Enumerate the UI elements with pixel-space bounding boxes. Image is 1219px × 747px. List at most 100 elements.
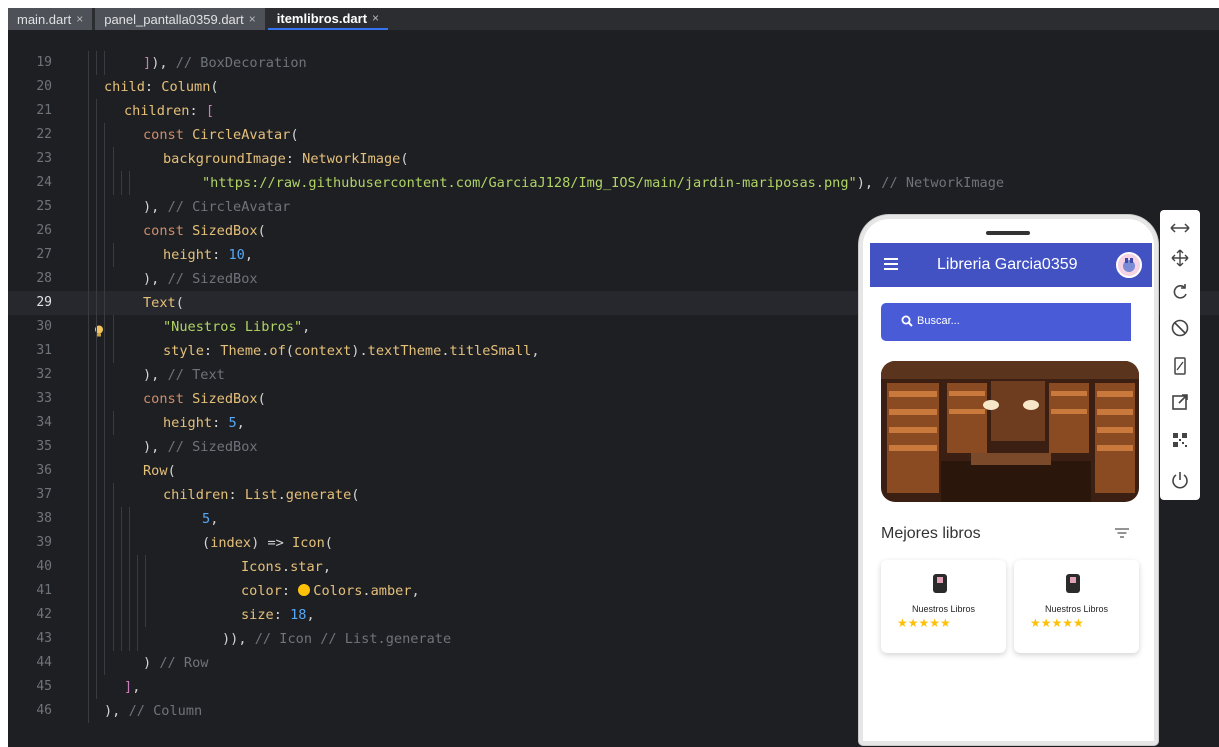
indent-guide <box>112 171 114 195</box>
indent-guide <box>120 507 122 531</box>
code-text: ), // SizedBox <box>143 439 258 455</box>
code-token: , <box>306 607 315 623</box>
code-line[interactable]: 23 backgroundImage: NetworkImage( <box>8 147 1219 171</box>
indent-guide <box>96 555 98 579</box>
code-text: child: Column( <box>104 79 219 95</box>
code-token: "https://raw.githubusercontent.com/Garci… <box>202 175 857 191</box>
code-line[interactable]: 21 children: [ <box>8 99 1219 123</box>
indent-guide <box>96 219 98 243</box>
indent-guide <box>88 603 89 627</box>
code-token: const <box>143 391 193 407</box>
code-text: )), // Icon // List.generate <box>222 631 451 647</box>
device-frame-icon[interactable] <box>1170 356 1190 376</box>
indent-guide <box>96 243 98 267</box>
line-number: 31 <box>36 343 52 358</box>
line-number: 36 <box>36 463 52 478</box>
code-token: ( <box>167 463 176 479</box>
code-text: ), // Text <box>143 367 225 383</box>
no-rotate-icon[interactable] <box>1170 318 1190 338</box>
indent-guide <box>112 483 114 507</box>
code-line[interactable]: 24 "https://raw.githubusercontent.com/Gar… <box>8 171 1219 195</box>
tab-itemlibros-dart[interactable]: itemlibros.dart × <box>267 8 389 30</box>
line-number: 28 <box>36 271 52 286</box>
code-token: SizedBox <box>192 391 258 407</box>
code-text: style: Theme.of(context).textTheme.title… <box>163 343 540 359</box>
indent-guide <box>104 531 106 555</box>
tab-main-dart[interactable]: main.dart × <box>8 8 93 30</box>
book-icon <box>933 574 947 593</box>
resize-arrows-icon[interactable] <box>1170 218 1190 238</box>
code-token: ( <box>257 391 266 407</box>
indent-guide <box>128 603 130 627</box>
code-token: , <box>322 559 332 575</box>
color-swatch-icon[interactable] <box>298 584 311 596</box>
code-token: , <box>531 343 540 359</box>
code-token: ( <box>290 127 299 143</box>
tab-panel-pantalla0359-dart[interactable]: panel_pantalla0359.dart × <box>95 8 265 30</box>
code-line[interactable]: 22 const CircleAvatar( <box>8 123 1219 147</box>
library-banner-image <box>881 361 1139 502</box>
indent-guide <box>104 411 106 435</box>
indent-guide <box>145 555 147 579</box>
indent-guide <box>96 579 98 603</box>
indent-guide <box>104 483 106 507</box>
power-icon[interactable] <box>1170 470 1190 490</box>
filter-icon[interactable] <box>1115 527 1129 539</box>
open-external-icon[interactable] <box>1170 392 1190 412</box>
code-token: ). <box>351 343 368 359</box>
section-title: Mejores libros <box>881 525 981 542</box>
code-line[interactable]: 20 child: Column( <box>8 75 1219 99</box>
indent-guide <box>128 579 130 603</box>
code-token: ( <box>210 79 219 95</box>
indent-guide <box>104 507 106 531</box>
line-number: 37 <box>36 487 52 502</box>
code-token: size <box>241 607 274 623</box>
indent-guide <box>88 507 89 531</box>
indent-guide <box>112 603 114 627</box>
indent-guide <box>112 243 114 267</box>
indent-guide <box>128 555 130 579</box>
code-token: // SizedBox <box>167 439 258 455</box>
rotate-icon[interactable] <box>1170 282 1190 302</box>
close-icon[interactable]: × <box>372 11 379 25</box>
indent-guide <box>104 459 106 483</box>
avatar[interactable] <box>1116 252 1142 278</box>
code-token: ( <box>400 151 409 167</box>
indent-guide <box>112 627 114 651</box>
indent-guide <box>88 99 89 123</box>
code-token: ( <box>175 295 184 311</box>
indent-guide <box>88 123 89 147</box>
code-token: color <box>241 583 282 599</box>
qr-code-icon[interactable] <box>1170 430 1190 450</box>
code-line[interactable]: 19]), // BoxDecoration <box>8 51 1219 75</box>
indent-guide <box>96 147 98 171</box>
code-text: ), // Column <box>104 703 202 719</box>
code-token: Theme <box>220 343 262 359</box>
code-token: [ <box>205 103 215 119</box>
indent-guide <box>112 555 114 579</box>
indent-guide <box>88 315 89 339</box>
move-icon[interactable] <box>1170 248 1190 268</box>
code-token: : <box>281 583 299 599</box>
indent-guide <box>88 243 89 267</box>
close-icon[interactable]: × <box>249 12 256 26</box>
book-card[interactable]: Nuestros Libros ★★★★★ <box>1014 560 1139 653</box>
menu-icon[interactable] <box>884 258 898 270</box>
code-token: ( <box>202 535 211 551</box>
indent-guide <box>104 123 106 147</box>
code-token: height <box>163 247 213 263</box>
code-text: color: Colors.amber, <box>241 583 420 599</box>
indent-guide <box>88 435 89 459</box>
indent-guide <box>88 171 89 195</box>
indent-guide <box>104 147 106 171</box>
line-number: 27 <box>36 247 52 262</box>
line-number: 20 <box>36 79 52 94</box>
close-icon[interactable]: × <box>76 12 83 26</box>
indent-guide <box>88 483 89 507</box>
code-token: style <box>163 343 204 359</box>
code-token: , <box>210 511 219 527</box>
search-bar[interactable]: Buscar... <box>881 303 1131 341</box>
book-card[interactable]: Nuestros Libros ★★★★★ <box>881 560 1006 653</box>
line-number: 45 <box>36 679 52 694</box>
indent-guide <box>96 531 98 555</box>
